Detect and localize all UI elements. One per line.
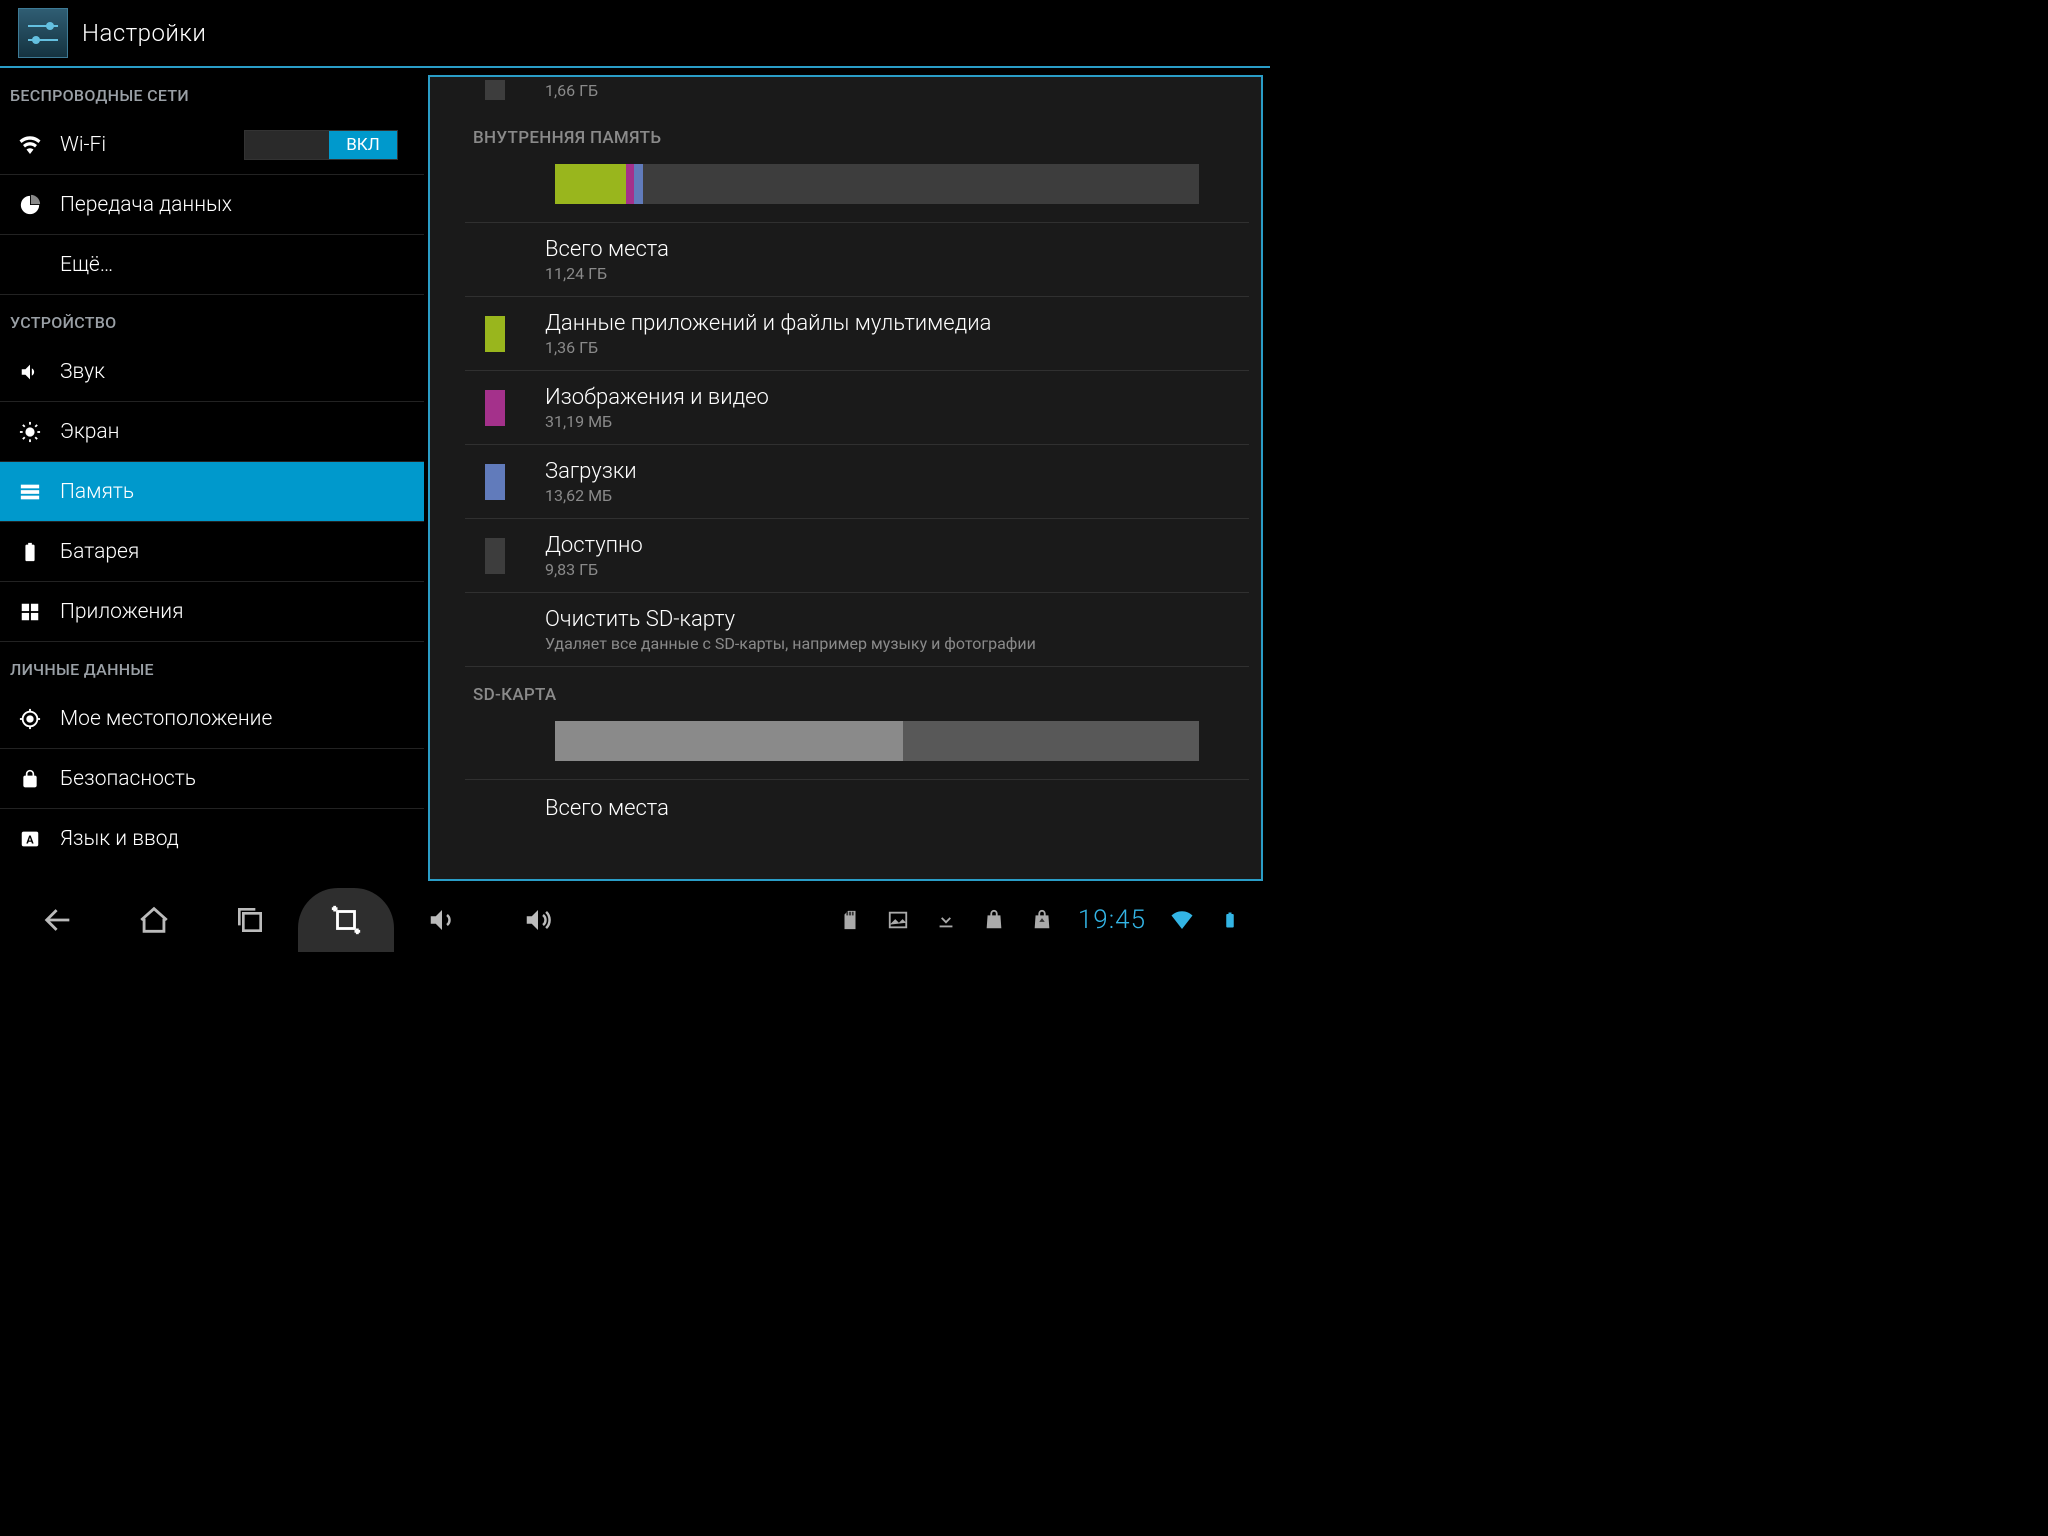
wifi-toggle[interactable]: ВКЛ — [244, 130, 398, 160]
row-erase-sd[interactable]: Очистить SD-карту Удаляет все данные с S… — [465, 593, 1249, 667]
nav-volume-down[interactable] — [394, 888, 490, 952]
location-icon — [18, 708, 42, 730]
system-navbar: 19:45 — [0, 888, 1270, 952]
title-bar: Настройки — [0, 0, 1270, 68]
row-available[interactable]: Доступно 9,83 ГБ — [465, 519, 1249, 593]
sidebar-item-battery[interactable]: Батарея — [0, 522, 424, 582]
sd-storage-bar-row — [465, 713, 1249, 780]
nav-home[interactable] — [106, 888, 202, 952]
row-pictures[interactable]: Изображения и видео 31,19 МБ — [465, 371, 1249, 445]
sidebar-item-apps[interactable]: Приложения — [0, 582, 424, 642]
battery-icon — [18, 541, 42, 563]
sidebar-item-security[interactable]: Безопасность — [0, 749, 424, 809]
wifi-icon — [18, 133, 42, 157]
store2-icon — [1030, 908, 1054, 932]
swatch-available — [485, 538, 505, 574]
sidebar-item-label: Язык и ввод — [60, 827, 179, 851]
row-downloads[interactable]: Загрузки 13,62 МБ — [465, 445, 1249, 519]
sidebar-item-label: Батарея — [60, 540, 139, 564]
sidebar: БЕСПРОВОДНЫЕ СЕТИ Wi-Fi ВКЛ Передача дан… — [0, 68, 424, 888]
display-icon — [18, 421, 42, 443]
swatch-downloads — [485, 464, 505, 500]
category-device: УСТРОЙСТВО — [0, 295, 424, 342]
data-usage-icon — [18, 194, 42, 216]
picture-icon — [886, 908, 910, 932]
battery-status-icon — [1218, 908, 1242, 932]
swatch-empty — [485, 612, 505, 648]
row-label: Очистить SD-карту — [545, 607, 1036, 632]
swatch-pics — [485, 390, 505, 426]
store-icon — [982, 908, 1006, 932]
row-sub: Удаляет все данные с SD-карты, например … — [545, 634, 1036, 653]
storage-icon — [18, 481, 42, 503]
section-internal: ВНУТРЕННЯЯ ПАМЯТЬ — [465, 110, 1249, 156]
settings-icon — [18, 8, 68, 58]
wifi-status-icon — [1170, 908, 1194, 932]
status-tray[interactable]: 19:45 — [838, 905, 1242, 935]
sidebar-item-label: Звук — [60, 360, 105, 384]
row-value: 13,62 МБ — [545, 486, 637, 505]
row-sd-total[interactable]: Всего места — [465, 780, 1249, 826]
sidebar-item-sound[interactable]: Звук — [0, 342, 424, 402]
row-label: Доступно — [545, 533, 643, 558]
row-label: Всего места — [545, 796, 669, 821]
row-label: Всего места — [545, 237, 669, 262]
sidebar-item-wifi[interactable]: Wi-Fi ВКЛ — [0, 115, 424, 175]
sidebar-item-label: Приложения — [60, 600, 184, 624]
toggle-on-label: ВКЛ — [329, 131, 397, 159]
download-icon — [934, 908, 958, 932]
internal-storage-bar-row — [465, 156, 1249, 223]
sidebar-item-label: Экран — [60, 420, 119, 444]
sidebar-item-display[interactable]: Экран — [0, 402, 424, 462]
page-title: Настройки — [82, 19, 206, 47]
apps-icon — [18, 601, 42, 623]
nav-volume-up[interactable] — [490, 888, 586, 952]
sidebar-item-storage[interactable]: Память — [0, 462, 424, 522]
row-apps[interactable]: Данные приложений и файлы мультимедиа 1,… — [465, 297, 1249, 371]
swatch-empty — [485, 242, 505, 278]
nav-recent[interactable] — [202, 888, 298, 952]
row-label: Изображения и видео — [545, 385, 769, 410]
lock-icon — [18, 768, 42, 790]
sidebar-item-label: Wi-Fi — [60, 133, 106, 157]
sd-card-icon — [838, 908, 862, 932]
sidebar-item-label: Ещё… — [60, 253, 113, 277]
sidebar-item-label: Безопасность — [60, 767, 196, 791]
category-personal: ЛИЧНЫЕ ДАННЫЕ — [0, 642, 424, 689]
nav-screenshot[interactable] — [298, 888, 394, 952]
sidebar-item-language[interactable]: A Язык и ввод — [0, 809, 424, 869]
row-label: Загрузки — [545, 459, 637, 484]
sidebar-item-location[interactable]: Мое местоположение — [0, 689, 424, 749]
row-value: 1,36 ГБ — [545, 338, 991, 357]
svg-text:A: A — [26, 834, 34, 847]
top-size: 1,66 ГБ — [545, 81, 598, 100]
swatch-apps — [485, 316, 505, 352]
sidebar-item-label: Память — [60, 480, 134, 504]
row-value: 31,19 МБ — [545, 412, 769, 431]
swatch-empty — [485, 790, 505, 826]
nav-back[interactable] — [10, 888, 106, 952]
row-label: Данные приложений и файлы мультимедиа — [545, 311, 991, 336]
content-pane[interactable]: 1,66 ГБ ВНУТРЕННЯЯ ПАМЯТЬ Всего места 11… — [428, 75, 1263, 881]
sidebar-item-label: Передача данных — [60, 193, 232, 217]
sound-icon — [18, 361, 42, 383]
row-value: 11,24 ГБ — [545, 264, 669, 283]
row-total[interactable]: Всего места 11,24 ГБ — [465, 223, 1249, 297]
sidebar-item-more[interactable]: Ещё… — [0, 235, 424, 295]
row-value: 9,83 ГБ — [545, 560, 643, 579]
internal-storage-bar — [555, 164, 1199, 204]
sd-storage-bar — [555, 721, 1199, 761]
category-wireless: БЕСПРОВОДНЫЕ СЕТИ — [0, 68, 424, 115]
section-sd: SD-КАРТА — [465, 667, 1249, 713]
language-icon: A — [18, 828, 42, 850]
sidebar-item-label: Мое местоположение — [60, 707, 272, 731]
swatch-top — [485, 80, 505, 100]
status-clock: 19:45 — [1078, 905, 1146, 935]
sidebar-item-data[interactable]: Передача данных — [0, 175, 424, 235]
